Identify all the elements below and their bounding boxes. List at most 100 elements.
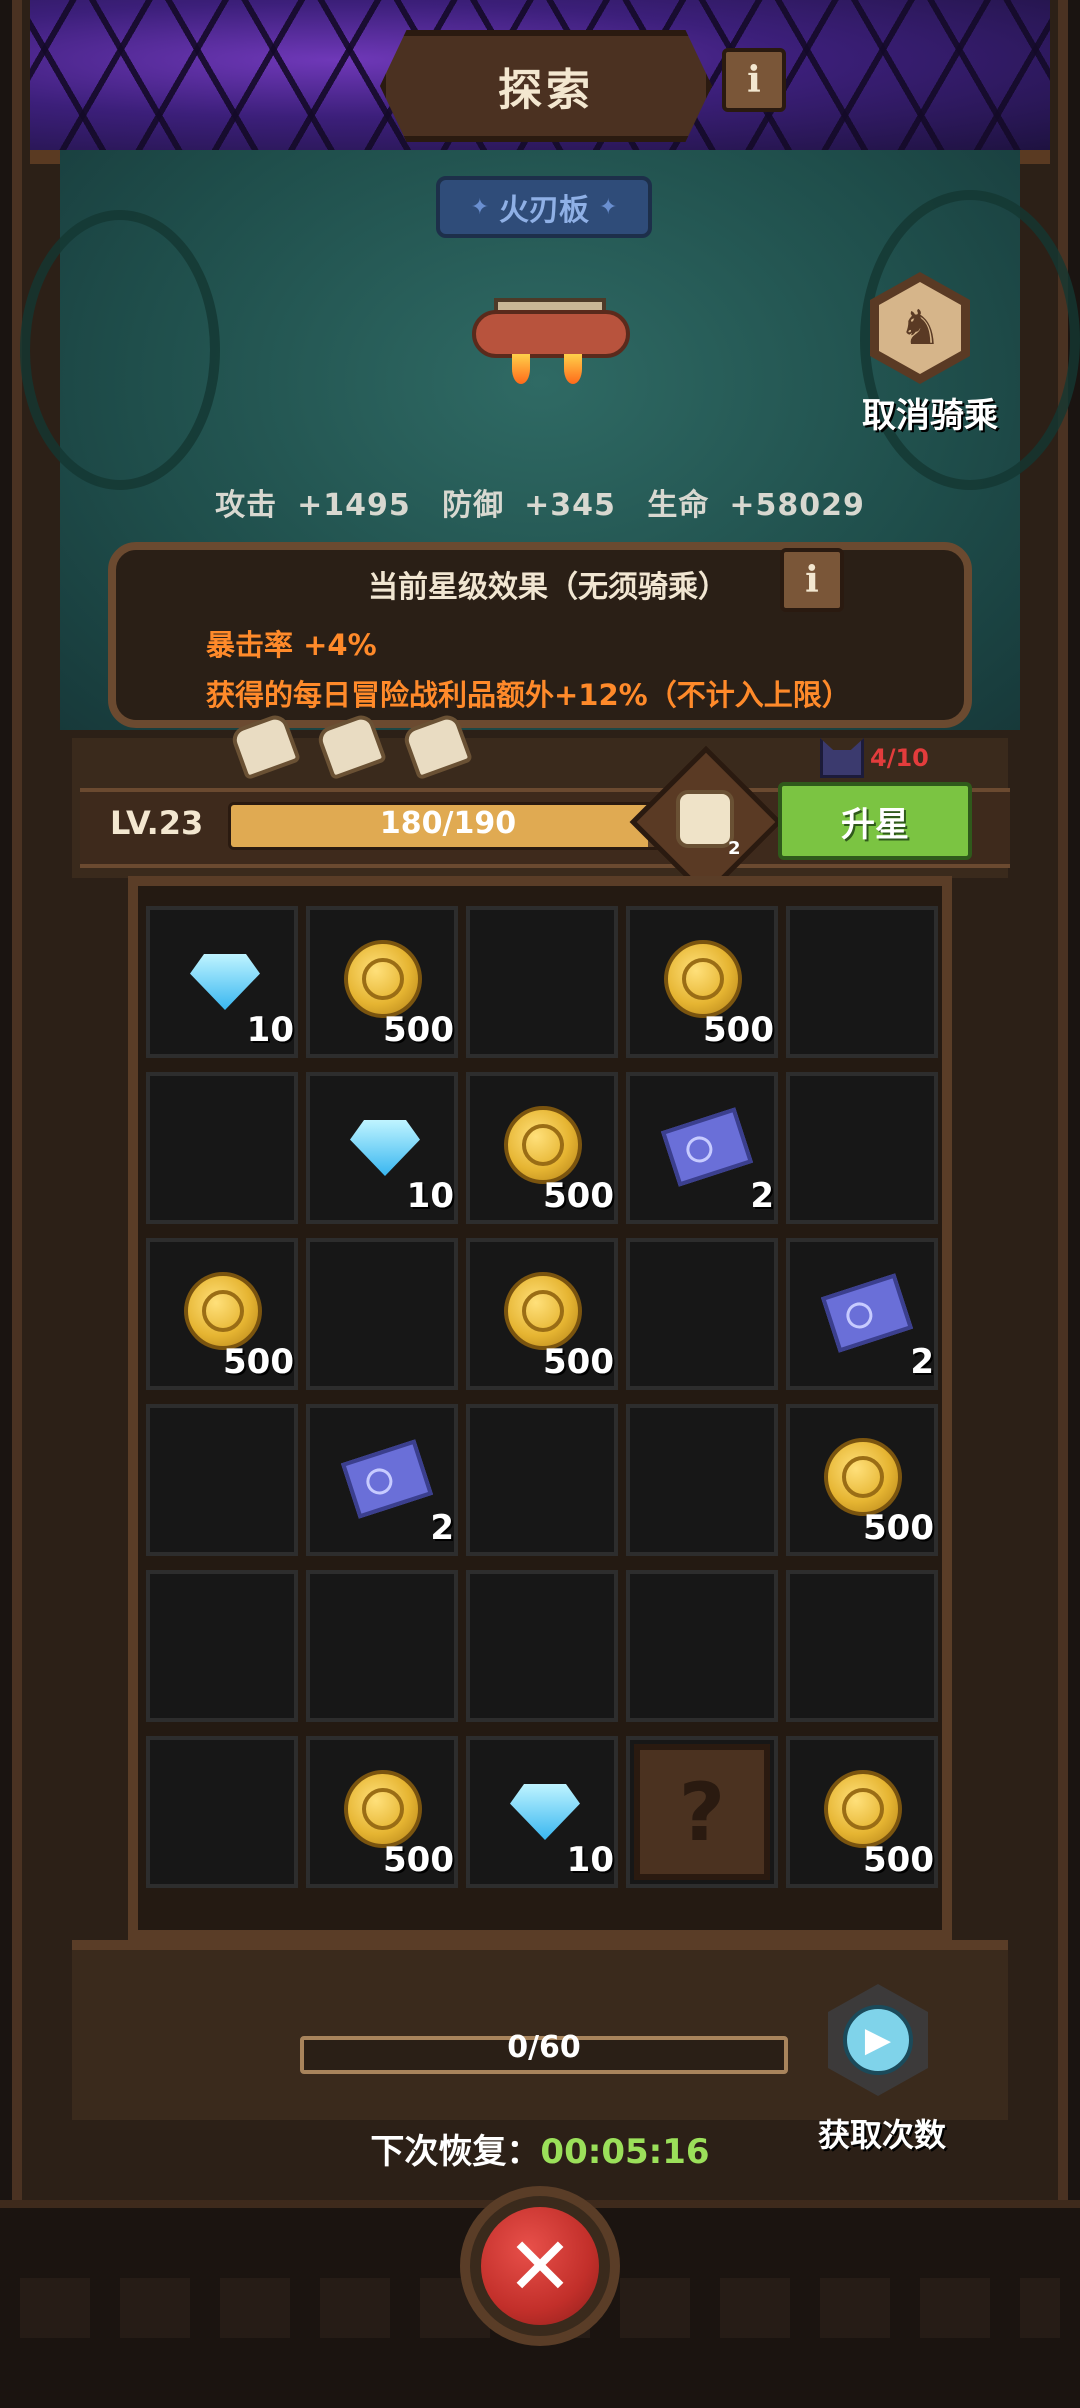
grid-cell[interactable]: 2 [626,1072,778,1224]
item-quantity: 500 [383,1840,454,1880]
header-info-icon[interactable]: i [722,48,786,112]
grid-cell[interactable]: 500 [306,1736,458,1888]
recover-timer: 00:05:16 [540,2132,710,2172]
star-effect-title: 当前星级效果（无须骑乘） [368,570,728,605]
gold-coin-icon [824,1770,902,1848]
grid-cell[interactable]: 500 [466,1072,618,1224]
item-quantity: 500 [863,1508,934,1548]
attempts-text: 0/60 [507,2030,581,2065]
attack-value: +1495 [297,488,411,523]
grid-cell[interactable] [466,906,618,1058]
grid-cell[interactable]: 10 [306,1072,458,1224]
next-recovery: 下次恢复：00:05:16 [0,2124,1080,2173]
item-quantity: 500 [543,1342,614,1382]
grid-cell[interactable]: 500 [146,1238,298,1390]
gold-coin-icon [824,1438,902,1516]
title-plate: 探索 [380,30,712,142]
grid-cell[interactable] [146,1404,298,1556]
gold-coin-icon [504,1106,582,1184]
grid-cell[interactable] [626,1238,778,1390]
grid-cell[interactable]: 500 [306,906,458,1058]
grid-cell[interactable]: 500 [786,1404,938,1556]
play-icon: ▶ [843,2005,913,2075]
item-quantity: 500 [383,1010,454,1050]
grid-cell[interactable] [466,1404,618,1556]
hp-value: +58029 [729,488,865,523]
food-count: 2 [728,838,741,859]
item-quantity: 500 [863,1840,934,1880]
item-quantity: 10 [406,1176,454,1216]
diamond-gem-icon [350,1120,420,1176]
hp-label: 生命 [647,488,710,523]
board-deck [472,310,630,358]
grid-cell[interactable]: 10 [466,1736,618,1888]
flame-right [564,354,582,384]
bread-food-icon [676,790,734,848]
cancel-ride-label[interactable]: 取消骑乘 [862,388,1042,437]
recover-label: 下次恢复： [370,2132,541,2172]
item-quantity: 500 [223,1342,294,1382]
pet-counter: 4/10 [820,738,929,778]
grid-cell[interactable]: 10 [146,906,298,1058]
grid-cell[interactable]: 500 [466,1238,618,1390]
gold-coin-icon [504,1272,582,1350]
grid-cell[interactable] [786,906,938,1058]
grid-cell[interactable]: 500 [786,1736,938,1888]
item-quantity: 10 [246,1010,294,1050]
level-label: LV.23 [110,804,204,842]
item-quantity: 500 [703,1010,774,1050]
ticket-icon [660,1107,754,1187]
get-attempts-button[interactable]: ▶ [828,1984,938,2104]
grid-cell[interactable] [466,1570,618,1722]
item-quantity: 2 [430,1508,454,1548]
grid-cell[interactable] [626,1404,778,1556]
gold-coin-icon [184,1272,262,1350]
grid-cell[interactable]: 500 [626,906,778,1058]
grid-cell[interactable] [786,1570,938,1722]
loot-bonus-line: 获得的每日冒险战利品额外+12%（不计入上限） [206,678,851,712]
gold-coin-icon [344,1770,422,1848]
crit-rate-line: 暴击率 +4% [206,628,377,662]
grid-cell[interactable] [146,1570,298,1722]
mount-name: 火刃板 [499,193,589,228]
diamond-icon: ✦ [470,194,489,220]
gold-coin-icon [664,940,742,1018]
close-button[interactable]: ✕ [460,2186,620,2346]
horse-icon: ♞ [879,282,961,374]
star-up-button[interactable]: 升星 [778,782,972,860]
grid-cell[interactable]: ? [626,1736,778,1888]
defense-value: +345 [524,488,616,523]
star-effect-info-icon[interactable]: i [780,548,844,612]
attack-label: 攻击 [215,488,278,523]
hoverboard-image [472,292,630,388]
level-progress-text: 180/190 [379,805,517,841]
pet-count: 4/10 [870,744,929,772]
item-quantity: 10 [566,1840,614,1880]
gold-coin-icon [344,940,422,1018]
diamond-icon: ✦ [599,194,618,220]
page-title: 探索 [498,65,594,116]
ticket-icon [340,1439,434,1519]
mount-name-badge: ✦ 火刃板 ✦ [436,176,652,238]
grid-cell[interactable]: 2 [786,1238,938,1390]
grid-cell[interactable] [146,1736,298,1888]
grid-cell[interactable]: 2 [306,1404,458,1556]
grid-cell[interactable] [146,1072,298,1224]
exploration-grid: 10 500 500 10 500 2 500 500 2 2 500 500 10? 500 [146,906,938,1888]
diamond-gem-icon [190,954,260,1010]
grid-cell[interactable] [306,1238,458,1390]
flame-left [512,354,530,384]
cat-pet-icon [820,738,864,778]
grid-cell[interactable] [626,1570,778,1722]
close-icon: ✕ [481,2207,599,2325]
item-quantity: 2 [910,1342,934,1382]
grid-cell[interactable] [786,1072,938,1224]
item-quantity: 500 [543,1176,614,1216]
item-quantity: 2 [750,1176,774,1216]
mystery-box-icon: ? [634,1744,770,1880]
vine-decoration-left [20,210,220,490]
cancel-ride-button[interactable]: ♞ [870,272,980,392]
defense-label: 防御 [442,488,505,523]
grid-cell[interactable] [306,1570,458,1722]
mount-stats: 攻击 +1495 防御 +345 生命 +58029 [0,480,1080,524]
